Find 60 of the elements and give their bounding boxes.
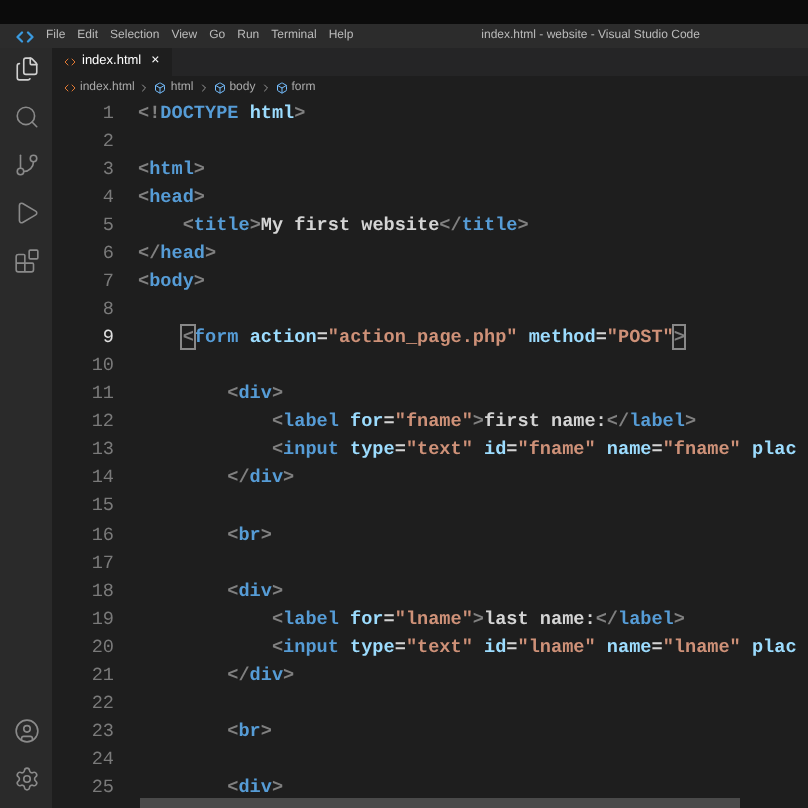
line-number: 7 — [100, 268, 114, 297]
line-number: 16 — [89, 521, 114, 549]
line-number: 18 — [89, 577, 114, 606]
line-number: 5 — [100, 212, 114, 241]
line-number: 9 — [100, 324, 114, 353]
code-line: <br> — [225, 521, 272, 549]
html-file-icon — [64, 56, 76, 68]
code-line: <label for="fname">first name:</label> — [269, 408, 697, 437]
code-line: <div> — [225, 380, 284, 409]
line-number: 19 — [89, 605, 114, 634]
chevron-icon — [259, 82, 272, 94]
line-number: 21 — [89, 661, 114, 690]
code-line: <title>My first website</title> — [180, 212, 529, 241]
line-number: 10 — [89, 352, 114, 381]
code-line: <form action="action_page.php" method="POST"> — [180, 324, 685, 353]
line-number: 15 — [89, 492, 114, 521]
code-line: <div> — [225, 577, 284, 606]
search-icon[interactable] — [13, 104, 39, 130]
code-line: <head> — [138, 184, 206, 213]
element-icon — [154, 82, 167, 94]
line-number: 6 — [100, 240, 114, 269]
line-number: 23 — [89, 717, 114, 746]
code-line: </div> — [225, 661, 295, 690]
blocks-icon[interactable] — [13, 248, 39, 274]
code-line: <html> — [138, 156, 206, 185]
code-line: </head> — [138, 240, 217, 269]
play-icon[interactable] — [13, 200, 39, 226]
editor-logo-icon — [16, 27, 34, 45]
account-icon[interactable] — [13, 718, 39, 744]
chevron-icon — [138, 82, 151, 94]
html-file-icon — [64, 82, 76, 94]
code-line: <br> — [225, 717, 272, 746]
line-number: 2 — [100, 128, 114, 157]
line-number: 20 — [89, 633, 114, 662]
branch-icon[interactable] — [13, 152, 39, 178]
code-line: <label for="lname">last name:</label> — [269, 605, 685, 634]
line-number: 14 — [89, 464, 114, 493]
element-icon — [275, 82, 288, 94]
line-number: 8 — [100, 296, 114, 325]
line-number: 1 — [100, 100, 114, 128]
code-line: <input type="text" id="fname" name="fname" plac — [269, 436, 797, 465]
line-number: 13 — [89, 436, 114, 465]
element-icon — [213, 82, 226, 94]
files-icon[interactable] — [13, 56, 39, 82]
settings-icon[interactable] — [13, 766, 39, 792]
code-line: <!DOCTYPE html> — [138, 100, 306, 128]
line-number: 11 — [89, 380, 114, 409]
line-number: 22 — [89, 689, 114, 718]
code-line: <body> — [138, 268, 206, 297]
scrollbar[interactable] — [140, 798, 740, 808]
line-number: 25 — [89, 773, 114, 802]
line-number: 12 — [89, 408, 114, 437]
line-number: 3 — [100, 156, 114, 185]
line-number: 17 — [89, 549, 114, 577]
code-line: </div> — [225, 464, 295, 493]
code-line: <input type="text" id="lname" name="lname" plac — [269, 633, 797, 662]
chevron-icon — [197, 82, 210, 94]
line-number: 4 — [100, 184, 114, 213]
line-number: 24 — [89, 745, 114, 774]
code-line: <div> — [225, 773, 284, 802]
